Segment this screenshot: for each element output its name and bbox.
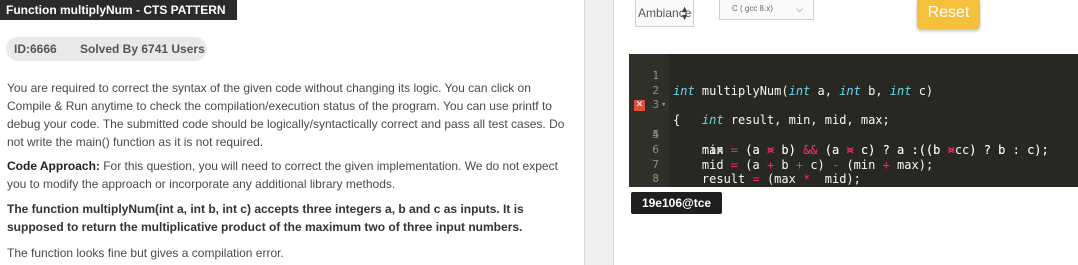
- problem-badges: ID:6666 Solved By 6741 Users: [6, 37, 207, 61]
- code-line: 8 return result;: [629, 158, 1078, 185]
- compilation-note: The function looks fine but gives a comp…: [7, 246, 284, 260]
- theme-select[interactable]: Ambiance ▲ ▼: [635, 0, 694, 27]
- code-line: 5 min = (a < b) && (a < c) ? a :((b <c )…: [629, 113, 1078, 157]
- language-select[interactable]: C ( gcc 8.x) ⌵: [719, 0, 814, 20]
- function-description: The function multiplyNum(int a, int b, i…: [7, 202, 524, 234]
- code-editor[interactable]: 1 int multiplyNum(int a, int b, int c) 2…: [629, 54, 1078, 187]
- panel-splitter[interactable]: [584, 0, 614, 265]
- problem-title: Function multiplyNum - CTS PATTERN: [0, 0, 237, 20]
- approach-label: Code Approach:: [7, 159, 100, 173]
- code-line: 3 int result, min, mid, max;: [629, 84, 1078, 127]
- chevron-down-icon: ⌵: [796, 4, 803, 14]
- code-line: 9 }: [629, 172, 1078, 187]
- language-select-value: C ( gcc 8.x): [732, 4, 773, 13]
- approach-paragraph: Code Approach: For this question, you wi…: [7, 157, 572, 193]
- error-icon[interactable]: ✕: [634, 100, 645, 112]
- code-line: 6 mid = (a + b + c) - (min + max);: [629, 128, 1078, 172]
- code-line: ✕ 4 max = (a > b) && (a > c) ? a :((b > …: [629, 98, 1078, 157]
- problem-id-badge: ID:6666: [14, 42, 57, 56]
- select-arrows-icon: ▲ ▼: [680, 4, 689, 22]
- problem-panel: Function multiplyNum - CTS PATTERN ID:66…: [0, 0, 584, 265]
- code-line: 7 result = (max * mid);: [629, 143, 1078, 187]
- editor-panel: Ambiance ▲ ▼ C ( gcc 8.x) ⌵ Reset 1 int m…: [614, 0, 1078, 265]
- code-line: 2 ▾ {: [629, 69, 1078, 128]
- solved-count-badge: Solved By 6741 Users: [80, 42, 205, 56]
- user-handle-badge: 19e106@tce: [631, 192, 722, 214]
- code-line: 1 int multiplyNum(int a, int b, int c): [629, 54, 1078, 98]
- instructions-text: You are required to correct the syntax o…: [7, 81, 565, 149]
- reset-button[interactable]: Reset: [917, 0, 980, 29]
